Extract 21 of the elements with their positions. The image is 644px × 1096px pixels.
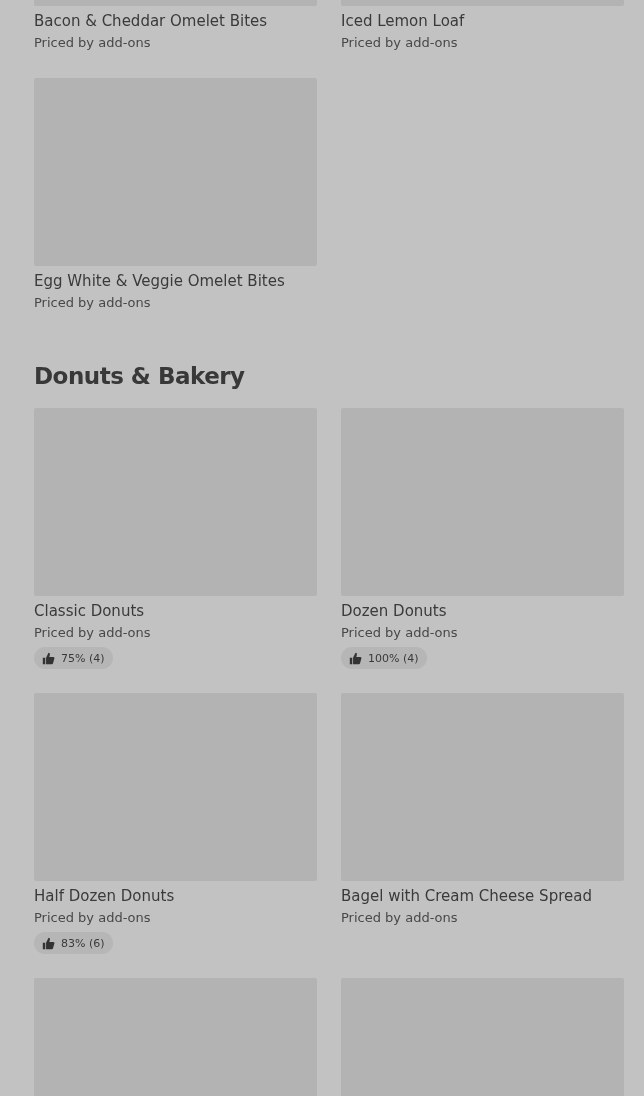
item-name[interactable]: Bacon & Cheddar Omelet Bites <box>34 10 317 32</box>
item-name[interactable]: Egg White & Veggie Omelet Bites <box>34 270 317 292</box>
item-price: Priced by add-ons <box>341 34 459 52</box>
thumbs-up-icon <box>42 651 55 665</box>
item-name[interactable]: Bagel with Cream Cheese Spread <box>341 885 624 907</box>
item-price: Priced by add-ons <box>34 294 152 312</box>
thumbs-up-icon <box>42 936 55 950</box>
rating-badge: 100% (4) <box>341 647 427 669</box>
item-name[interactable]: Iced Lemon Loaf <box>341 10 624 32</box>
item-price: Priced by add-ons <box>341 624 459 642</box>
item-name[interactable]: Classic Donuts <box>34 600 317 622</box>
item-name[interactable]: Half Dozen Donuts <box>34 885 317 907</box>
item-price: Priced by add-ons <box>34 909 152 927</box>
item-price: Priced by add-ons <box>34 34 152 52</box>
item-name[interactable]: Dozen Donuts <box>341 600 624 622</box>
rating-badge: 75% (4) <box>34 647 113 669</box>
rating-badge: 83% (6) <box>34 932 113 954</box>
item-price: Priced by add-ons <box>341 909 459 927</box>
item-price: Priced by add-ons <box>34 624 152 642</box>
thumbs-up-icon <box>349 651 362 665</box>
section-heading: Donuts & Bakery <box>34 362 246 391</box>
